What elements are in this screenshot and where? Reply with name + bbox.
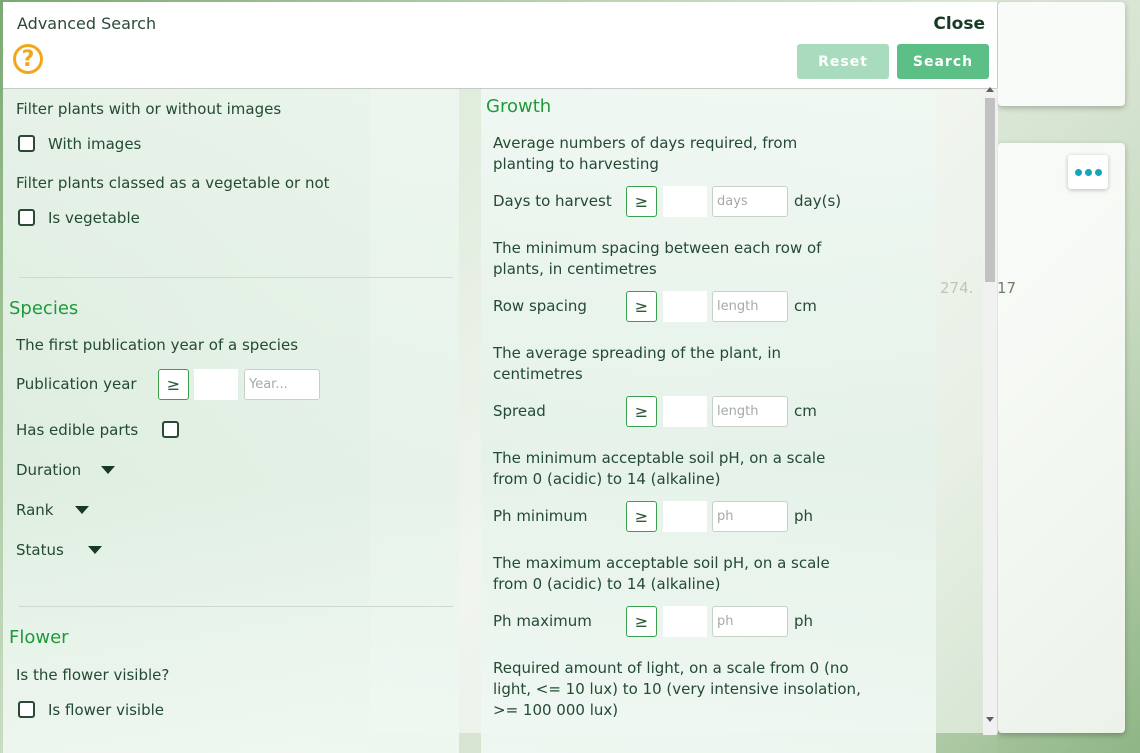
row-spacing-description: The minimum spacing between each row of …	[493, 239, 822, 278]
dot-icon	[1074, 168, 1082, 176]
modal-body: Filter plants with or without images Wit…	[3, 89, 983, 753]
ph-maximum-input[interactable]	[712, 606, 788, 637]
spread-unit: cm	[794, 402, 817, 420]
reset-button[interactable]: Reset	[797, 44, 889, 79]
duration-dropdown-label[interactable]: Duration	[16, 461, 81, 479]
background-card	[998, 2, 1125, 106]
days-to-harvest-operator[interactable]: ≥	[626, 186, 657, 217]
row-spacing-input[interactable]	[712, 291, 788, 322]
divider	[19, 277, 453, 278]
ph-minimum-unit: ph	[794, 507, 814, 525]
growth-column: Growth Average numbers of days required,…	[481, 89, 936, 753]
ph-minimum-input[interactable]	[712, 501, 788, 532]
chevron-down-icon[interactable]	[88, 546, 102, 554]
background-card	[998, 143, 1125, 733]
flower-visible-checkbox[interactable]	[18, 701, 35, 718]
publication-year-label: Publication year	[16, 375, 137, 393]
spread-description: The average spreading of the plant, in c…	[493, 344, 782, 383]
images-description: Filter plants with or without images	[16, 100, 282, 118]
vegetable-description: Filter plants classed as a vegetable or …	[16, 174, 330, 192]
light-description: Required amount of light, on a scale fro…	[493, 659, 861, 719]
advanced-search-modal: Advanced Search Close ? Reset Search Fil…	[3, 2, 997, 753]
ph-maximum-operator[interactable]: ≥	[626, 606, 657, 637]
flower-heading: Flower	[9, 627, 69, 648]
flower-visible-description: Is the flower visible?	[16, 666, 170, 684]
ph-minimum-operator[interactable]: ≥	[626, 501, 657, 532]
days-to-harvest-unit: day(s)	[794, 192, 842, 210]
dot-icon	[1084, 168, 1092, 176]
with-images-checkbox[interactable]	[18, 135, 35, 152]
edible-parts-label: Has edible parts	[16, 421, 139, 439]
left-column: Filter plants with or without images Wit…	[3, 89, 459, 753]
ph-minimum-description: The minimum acceptable soil pH, on a sca…	[493, 449, 826, 488]
search-button[interactable]: Search	[897, 44, 989, 79]
days-to-harvest-label: Days to harvest	[493, 192, 612, 210]
spread-label: Spread	[493, 402, 546, 420]
divider	[19, 606, 453, 607]
flower-visible-label: Is flower visible	[48, 701, 165, 719]
days-to-harvest-input[interactable]	[712, 186, 788, 217]
spread-operator[interactable]: ≥	[626, 396, 657, 427]
species-heading: Species	[9, 298, 79, 319]
ph-maximum-label: Ph maximum	[493, 612, 592, 630]
days-to-harvest-min[interactable]	[663, 186, 707, 217]
row-spacing-label: Row spacing	[493, 297, 587, 315]
ph-maximum-min[interactable]	[663, 606, 707, 637]
ph-minimum-label: Ph minimum	[493, 507, 588, 525]
scrollbar-thumb[interactable]	[985, 98, 995, 282]
scroll-down-icon[interactable]	[986, 717, 994, 722]
spread-input[interactable]	[712, 396, 788, 427]
more-options-button[interactable]	[1068, 155, 1108, 189]
scroll-up-icon[interactable]	[986, 87, 994, 92]
edible-parts-checkbox[interactable]	[162, 421, 179, 438]
row-spacing-unit: cm	[794, 297, 817, 315]
ph-maximum-description: The maximum acceptable soil pH, on a sca…	[493, 554, 830, 593]
dot-icon	[1094, 168, 1102, 176]
background-value: 17	[997, 279, 1017, 297]
status-dropdown-label[interactable]: Status	[16, 541, 64, 559]
ph-maximum-unit: ph	[794, 612, 814, 630]
modal-header: Advanced Search Close ? Reset Search	[3, 2, 997, 89]
chevron-down-icon[interactable]	[75, 506, 89, 514]
help-icon[interactable]: ?	[13, 44, 43, 74]
ph-minimum-min[interactable]	[663, 501, 707, 532]
row-spacing-min[interactable]	[663, 291, 707, 322]
modal-title: Advanced Search	[17, 14, 157, 33]
publication-year-min[interactable]	[194, 369, 238, 400]
publication-year-input[interactable]	[244, 369, 320, 400]
chevron-down-icon[interactable]	[101, 466, 115, 474]
with-images-label: With images	[48, 135, 142, 153]
row-spacing-operator[interactable]: ≥	[626, 291, 657, 322]
rank-dropdown-label[interactable]: Rank	[16, 501, 53, 519]
growth-heading: Growth	[486, 96, 552, 117]
publication-description: The first publication year of a species	[16, 336, 299, 354]
spread-min[interactable]	[663, 396, 707, 427]
close-button[interactable]: Close	[933, 14, 985, 34]
is-vegetable-checkbox[interactable]	[18, 209, 35, 226]
is-vegetable-label: Is vegetable	[48, 209, 140, 227]
publication-year-operator[interactable]: ≥	[158, 369, 189, 400]
days-to-harvest-description: Average numbers of days required, from p…	[493, 134, 798, 173]
